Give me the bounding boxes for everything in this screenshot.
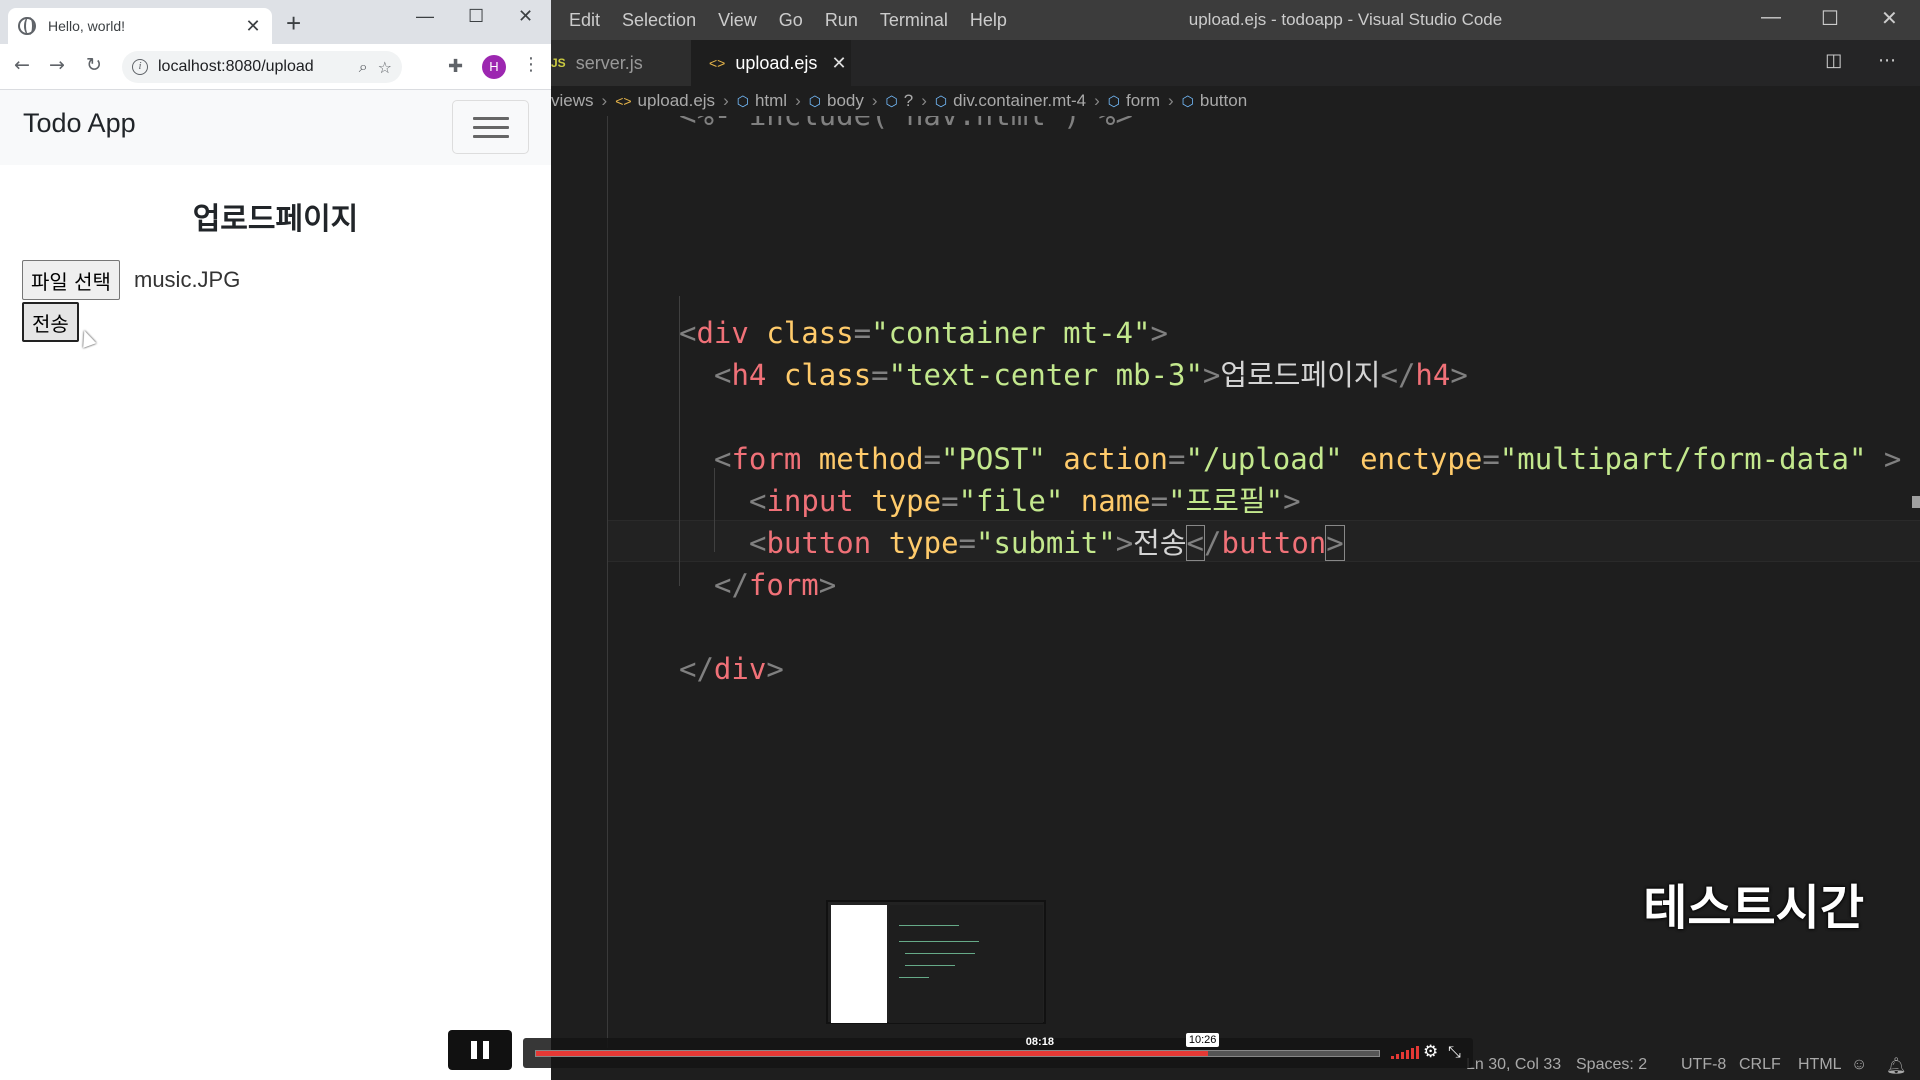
breadcrumb-item[interactable]: form — [1126, 91, 1160, 111]
zoom-icon[interactable]: ⌕ — [359, 57, 368, 77]
status-language[interactable]: HTML — [1798, 1056, 1842, 1074]
vscode-titlebar: Edit Selection View Go Run Terminal Help… — [551, 0, 1920, 40]
more-actions-icon[interactable]: ⋯ — [1878, 50, 1896, 71]
tab-label: upload.ejs — [735, 52, 818, 73]
navbar-toggler-hamburger-icon[interactable] — [452, 100, 529, 154]
vscode-window-title: upload.ejs - todoapp - Visual Studio Cod… — [1188, 10, 1503, 29]
breadcrumb-item[interactable]: views — [551, 91, 594, 111]
forward-icon[interactable]: → — [49, 54, 65, 76]
bookmark-star-icon[interactable]: ☆ — [378, 58, 392, 77]
code-line-div-close: </div> — [679, 652, 784, 686]
globe-icon — [18, 17, 36, 35]
breadcrumb: views › <> upload.ejs › ⬡ html › ⬡ body › ⬡? › ⬡… — [551, 86, 1920, 116]
browser-tab[interactable]: Hello, world! ✕ — [8, 8, 272, 44]
browser-toolbar: ← → ↻ i localhost:8080/upload ⌕ ☆ ✚ H ⋮ — [0, 44, 551, 90]
video-progress-track[interactable]: 08:18 10:26 — [535, 1033, 1380, 1057]
browser-tab-title: Hello, world! — [48, 18, 126, 34]
profile-avatar[interactable]: H — [482, 55, 506, 79]
scrollbar-marker[interactable] — [1912, 496, 1920, 508]
code-line-include: <%- include('nav.html') %> — [679, 116, 1133, 136]
close-tab-icon[interactable]: ✕ — [831, 53, 846, 74]
split-editor-icon[interactable]: ◫ — [1825, 50, 1842, 71]
browser-tab-strip: Hello, world! ✕ + — ☐ ✕ — [0, 0, 551, 44]
submit-button[interactable]: 전송 — [22, 302, 79, 342]
code-line-form-close: </form> — [714, 568, 837, 602]
tab-upload-ejs[interactable]: <> upload.ejs ✕ — [691, 40, 851, 86]
notification-bell-icon[interactable]: 🔔︎ — [1886, 1056, 1906, 1076]
breadcrumb-item[interactable]: button — [1200, 91, 1247, 111]
feedback-icon[interactable]: ☺ — [1851, 1056, 1867, 1074]
progress-played — [536, 1051, 1208, 1056]
ejs-icon: <> — [709, 55, 726, 71]
volume-icon[interactable] — [1391, 1045, 1419, 1059]
cube-icon: ⬡ — [808, 92, 821, 109]
code-line-form: <form method="POST" action="/upload" enc… — [714, 442, 1902, 476]
cube-icon: ⬡ — [885, 92, 898, 109]
tab-server-js[interactable]: JS server.js — [551, 40, 691, 86]
page-title: 업로드페이지 — [192, 202, 359, 237]
status-cursor-position[interactable]: Ln 30, Col 33 — [1466, 1056, 1561, 1074]
cube-icon: ⬡ — [736, 92, 749, 109]
app-navbar: Todo App — [0, 90, 551, 165]
back-icon[interactable]: ← — [14, 54, 30, 76]
vscode-minimize-icon[interactable]: — — [1761, 6, 1781, 29]
video-preview-thumbnail — [826, 900, 1046, 1024]
selected-file-name: music.JPG — [134, 267, 241, 292]
minimize-icon[interactable]: — — [416, 6, 434, 27]
code-line-h4: <h4 class="text-center mb-3">업로드페이지</h4> — [714, 358, 1468, 392]
reload-icon[interactable]: ↻ — [86, 54, 102, 76]
browser-menu-icon[interactable]: ⋮ — [522, 54, 540, 75]
web-page: Todo App 업로드페이지 파일 선택 music.JPG 전송 — [0, 90, 551, 1080]
exit-fullscreen-icon[interactable]: ⤡ — [1448, 1042, 1461, 1062]
vscode-window: Edit Selection View Go Run Terminal Help… — [551, 0, 1920, 1080]
breadcrumb-item[interactable]: ? — [904, 91, 913, 111]
breadcrumb-item[interactable]: upload.ejs — [638, 91, 716, 111]
window-close-icon[interactable]: ✕ — [518, 6, 533, 27]
new-tab-button[interactable]: + — [286, 10, 301, 36]
file-choose-button[interactable]: 파일 선택 — [22, 260, 120, 300]
vscode-maximize-icon[interactable]: ☐ — [1821, 6, 1839, 31]
cube-icon: ⬡ — [1107, 92, 1120, 109]
vscode-close-icon[interactable]: ✕ — [1881, 6, 1898, 31]
maximize-icon[interactable]: ☐ — [468, 6, 484, 27]
mouse-cursor-icon — [77, 328, 97, 348]
breadcrumb-item[interactable]: body — [827, 91, 864, 111]
video-current-time: 08:18 — [1025, 1036, 1054, 1048]
pause-button[interactable] — [448, 1030, 512, 1070]
video-control-bar: 08:18 10:26 ⚙ ⤡ — [523, 1033, 1473, 1068]
js-icon: JS — [551, 56, 566, 70]
breadcrumb-item[interactable]: div.container.mt-4 — [953, 91, 1086, 111]
status-indentation[interactable]: Spaces: 2 — [1576, 1056, 1647, 1074]
video-caption-watermark: 테스트시간 — [1643, 880, 1864, 936]
address-url[interactable]: localhost:8080/upload — [158, 58, 349, 76]
video-hover-time: 10:26 — [1185, 1033, 1220, 1047]
tab-label: server.js — [575, 52, 643, 73]
code-line-button: <button type="submit">전송</button> — [749, 525, 1345, 561]
ejs-icon: <> — [615, 93, 632, 109]
status-encoding[interactable]: UTF-8 — [1681, 1056, 1726, 1074]
site-info-icon[interactable]: i — [132, 59, 148, 75]
close-tab-icon[interactable]: ✕ — [244, 16, 262, 37]
cube-icon: ⬡ — [1181, 92, 1194, 109]
browser-window: Hello, world! ✕ + — ☐ ✕ ← → ↻ i localhos… — [0, 0, 551, 1080]
address-bar[interactable]: i localhost:8080/upload ⌕ ☆ — [122, 51, 402, 83]
cube-icon: ⬡ — [934, 92, 948, 109]
editor-tabs: JS server.js <> upload.ejs ✕ ◫ ⋯ — [551, 40, 1920, 86]
editor-actions: ◫ ⋯ — [1825, 50, 1896, 71]
breadcrumb-item[interactable]: html — [755, 91, 787, 111]
status-eol[interactable]: CRLF — [1739, 1056, 1781, 1074]
code-line-input: <input type="file" name="프로필"> — [749, 484, 1301, 518]
settings-gear-icon[interactable]: ⚙ — [1423, 1042, 1438, 1062]
extensions-puzzle-icon[interactable]: ✚ — [448, 56, 463, 77]
code-line-div-open: <div class="container mt-4"> — [679, 316, 1168, 350]
navbar-brand[interactable]: Todo App — [23, 108, 136, 139]
